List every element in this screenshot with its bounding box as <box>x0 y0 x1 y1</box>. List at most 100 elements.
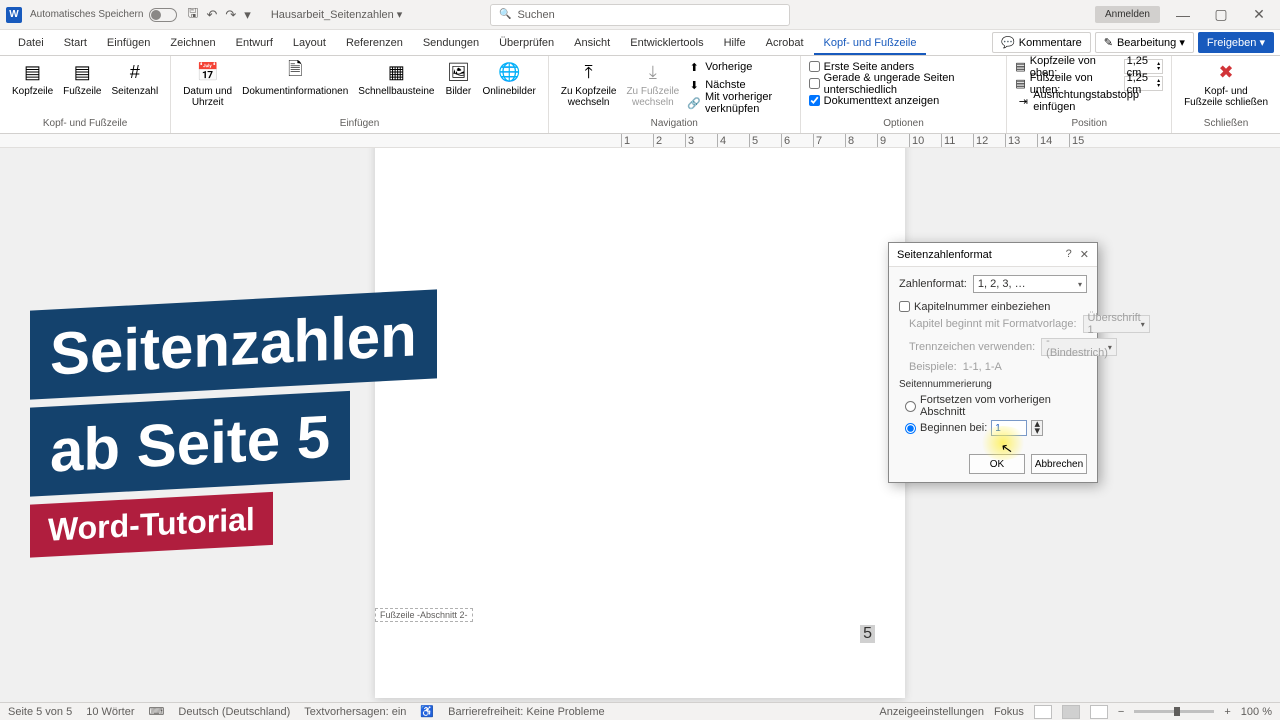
kapitelnummer-checkbox[interactable]: Kapitelnummer einbeziehen <box>899 298 1087 315</box>
minimize-icon[interactable]: — <box>1168 7 1198 23</box>
beispiele-row: Beispiele: 1-1, 1-A <box>909 361 1087 373</box>
zahlenformat-row: Zahlenformat: 1, 2, 3, … <box>899 275 1087 293</box>
dokumenttext-checkbox[interactable]: Dokumenttext anzeigen <box>809 92 999 109</box>
maximize-icon[interactable]: ▢ <box>1206 6 1236 23</box>
beispiele-value: 1-1, 1-A <box>963 361 1002 373</box>
zoom-out-icon[interactable]: − <box>1118 706 1124 718</box>
group-label: Schließen <box>1180 116 1272 131</box>
zahlenformat-combo[interactable]: 1, 2, 3, … <box>973 275 1087 293</box>
tab-kopf-fusszeile[interactable]: Kopf- und Fußzeile <box>814 31 927 55</box>
search-box[interactable]: Suchen <box>490 4 790 26</box>
horizontal-ruler[interactable]: 123456789101112131415 <box>0 134 1280 148</box>
tab-sendungen[interactable]: Sendungen <box>413 31 489 55</box>
title-bar: W Automatisches Speichern 🖫 ↶ ↷ ▾ Hausar… <box>0 0 1280 30</box>
dokumentinfo-button[interactable]: 🗎Dokumentinformationen <box>238 58 352 110</box>
close-icon[interactable]: ✕ <box>1080 248 1089 261</box>
tab-entwicklertools[interactable]: Entwicklertools <box>620 31 713 55</box>
trennzeichen-combo: - (Bindestrich) <box>1041 338 1117 356</box>
print-layout-icon[interactable] <box>1062 705 1080 719</box>
pencil-icon: ✎ <box>1104 36 1113 49</box>
accessibility-status[interactable]: Barrierefreiheit: Keine Probleme <box>448 706 605 718</box>
close-window-icon[interactable]: ✕ <box>1244 6 1274 23</box>
zu-kopfzeile-button[interactable]: ⤒Zu Kopfzeile wechseln <box>557 58 621 112</box>
kopfzeile-button[interactable]: ▤Kopfzeile <box>8 58 57 99</box>
pagenum-icon: # <box>121 60 149 84</box>
header-top-icon: ▤ <box>1015 60 1025 73</box>
ok-button[interactable]: OK <box>969 454 1025 474</box>
word-app-icon: W <box>6 7 22 23</box>
datum-uhrzeit-button[interactable]: 📅Datum und Uhrzeit <box>179 58 236 110</box>
word-count[interactable]: 10 Wörter <box>86 706 134 718</box>
tab-entwurf[interactable]: Entwurf <box>226 31 283 55</box>
qat-dropdown-icon[interactable]: ▾ <box>244 7 251 23</box>
close-header-footer-button[interactable]: ✖Kopf- und Fußzeile schließen <box>1180 58 1272 110</box>
language-indicator[interactable]: Deutsch (Deutschland) <box>178 706 290 718</box>
next-icon: ⬇ <box>687 78 701 92</box>
fusszeile-button[interactable]: ▤Fußzeile <box>59 58 105 99</box>
fortsetzen-radio[interactable]: Fortsetzen vom vorherigen Abschnitt <box>905 394 1087 418</box>
freigeben-button[interactable]: Freigeben ▾ <box>1198 32 1274 53</box>
page-indicator[interactable]: Seite 5 von 5 <box>8 706 72 718</box>
header-icon: ▤ <box>19 60 47 84</box>
footer-bottom-icon: ▤ <box>1015 77 1025 90</box>
tab-acrobat[interactable]: Acrobat <box>756 31 814 55</box>
verknuepfen-button[interactable]: 🔗Mit vorheriger verknüpfen <box>685 94 791 112</box>
tab-einfuegen[interactable]: Einfügen <box>97 31 160 55</box>
seitenzahl-button[interactable]: #Seitenzahl <box>108 58 163 99</box>
footer-section-tag: Fußzeile -Abschnitt 2- <box>375 608 473 622</box>
zahlenformat-label: Zahlenformat: <box>899 278 967 290</box>
text-prediction[interactable]: Textvorhersagen: ein <box>304 706 406 718</box>
tab-layout[interactable]: Layout <box>283 31 336 55</box>
display-settings[interactable]: Anzeigeeinstellungen <box>879 706 984 718</box>
gerade-ungerade-checkbox[interactable]: Gerade & ungerade Seiten unterschiedlich <box>809 75 999 92</box>
vorherige-button[interactable]: ⬆Vorherige <box>685 58 791 76</box>
focus-button[interactable]: Fokus <box>994 706 1024 718</box>
web-layout-icon[interactable] <box>1090 705 1108 719</box>
page-footer-area[interactable]: Fußzeile -Abschnitt 2- 5 <box>375 618 905 653</box>
group-label: Kopf- und Fußzeile <box>8 116 162 131</box>
close-x-icon: ✖ <box>1212 60 1240 84</box>
document-title[interactable]: Hausarbeit_Seitenzahlen ▾ <box>271 8 403 21</box>
tab-hilfe[interactable]: Hilfe <box>714 31 756 55</box>
accessibility-icon: ♿ <box>420 705 434 718</box>
bearbeitung-button[interactable]: ✎Bearbeitung ▾ <box>1095 32 1194 53</box>
document-page[interactable]: Fußzeile -Abschnitt 2- 5 <box>375 148 905 698</box>
group-schliessen: ✖Kopf- und Fußzeile schließen Schließen <box>1172 56 1280 133</box>
tab-datei[interactable]: Datei <box>8 31 54 55</box>
beginnen-bei-input[interactable]: 1 <box>991 420 1027 436</box>
dialog-titlebar[interactable]: Seitenzahlenformat ?✕ <box>889 243 1097 267</box>
signin-button[interactable]: Anmelden <box>1095 6 1160 23</box>
undo-icon[interactable]: ↶ <box>206 7 217 23</box>
goto-header-icon: ⤒ <box>575 60 603 84</box>
spinner-buttons[interactable]: ▴▾ <box>1031 420 1043 436</box>
redo-icon[interactable]: ↷ <box>225 7 236 23</box>
save-icon[interactable]: 🖫 <box>187 4 198 26</box>
tab-ueberpruefen[interactable]: Überprüfen <box>489 31 564 55</box>
bilder-button[interactable]: 🖼Bilder <box>440 58 476 110</box>
docinfo-icon: 🗎 <box>281 60 309 84</box>
page-number[interactable]: 5 <box>860 625 875 643</box>
tab-zeichnen[interactable]: Zeichnen <box>160 31 225 55</box>
onlinebilder-button[interactable]: 🌐Onlinebilder <box>478 58 539 110</box>
abbrechen-button[interactable]: Abbrechen <box>1031 454 1087 474</box>
ribbon: ▤Kopfzeile ▤Fußzeile #Seitenzahl Kopf- u… <box>0 56 1280 134</box>
kommentare-button[interactable]: 💬Kommentare <box>992 32 1091 53</box>
tabstopp-button[interactable]: ⇥Ausrichtungstabstopp einfügen <box>1015 92 1163 110</box>
autosave-toggle[interactable] <box>149 8 177 22</box>
zu-fusszeile-button: ⤓Zu Fußzeile wechseln <box>622 58 683 112</box>
group-position: ▤Kopfzeile von oben:1,25 cm ▤Fußzeile vo… <box>1007 56 1172 133</box>
zoom-in-icon[interactable]: + <box>1224 706 1230 718</box>
zoom-slider[interactable] <box>1134 710 1214 713</box>
beginnen-bei-radio[interactable]: Beginnen bei: 1 ▴▾ <box>905 420 1087 436</box>
group-navigation: ⤒Zu Kopfzeile wechseln ⤓Zu Fußzeile wech… <box>549 56 801 133</box>
tab-ansicht[interactable]: Ansicht <box>564 31 620 55</box>
tab-start[interactable]: Start <box>54 31 97 55</box>
help-icon[interactable]: ? <box>1066 248 1072 261</box>
zoom-level[interactable]: 100 % <box>1241 706 1272 718</box>
keyboard-icon[interactable]: ⌨ <box>149 705 165 718</box>
tab-referenzen[interactable]: Referenzen <box>336 31 413 55</box>
trennzeichen-row: Trennzeichen verwenden: - (Bindestrich) <box>909 338 1087 356</box>
seitenzahlenformat-dialog: Seitenzahlenformat ?✕ Zahlenformat: 1, 2… <box>888 242 1098 483</box>
schnellbausteine-button[interactable]: ▦Schnellbausteine <box>354 58 438 110</box>
read-mode-icon[interactable] <box>1034 705 1052 719</box>
